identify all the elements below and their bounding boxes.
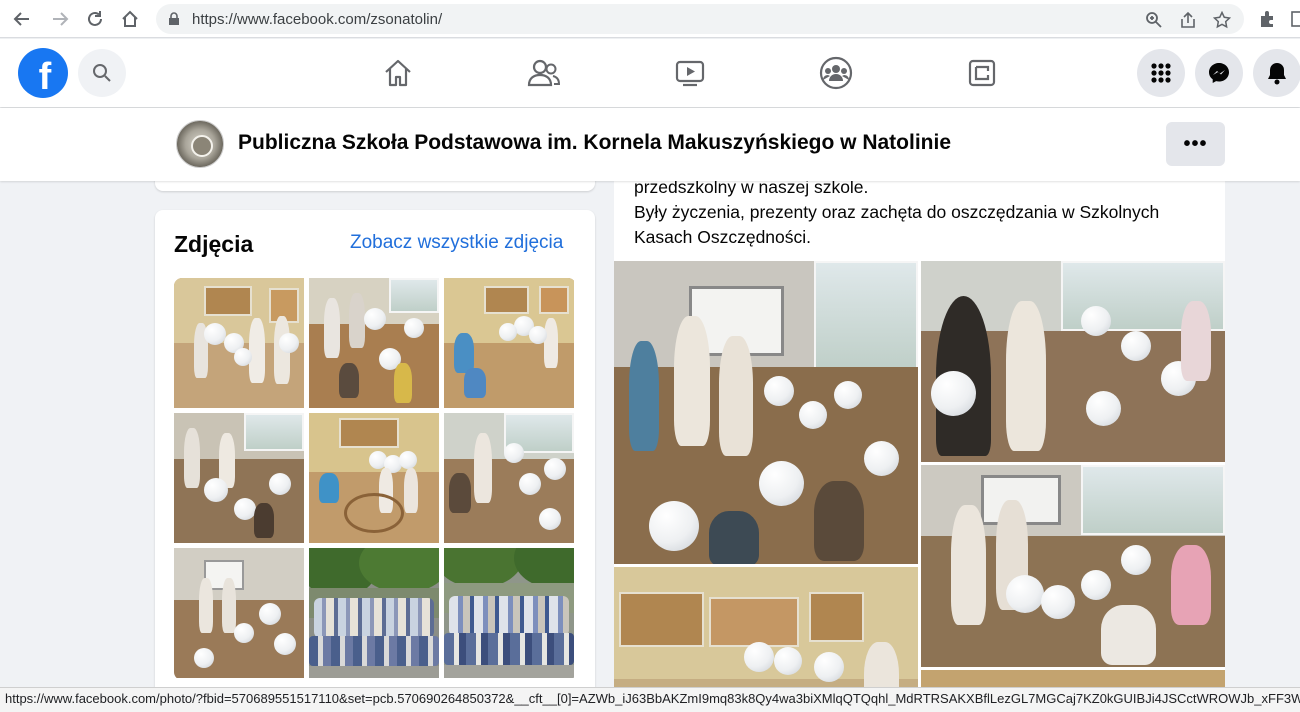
menu-grid-icon [1151,63,1171,83]
nav-tab-groups[interactable] [814,53,858,93]
photo-thumbnail[interactable] [309,413,439,543]
home-icon [385,59,411,87]
photo-thumbnail[interactable] [174,278,304,408]
lock-icon [169,12,179,25]
post-text-line: Kasach Oszczędności. [634,227,812,247]
post-text-line: Były życzenia, prezenty oraz zachęta do … [634,202,1160,222]
nav-tab-gaming[interactable] [960,53,1004,93]
facebook-logo[interactable]: f [18,48,68,98]
side-panel-icon[interactable] [1286,7,1300,31]
photo-thumbnail[interactable] [174,548,304,678]
more-options-button[interactable]: ••• [1166,122,1225,166]
nav-tab-watch[interactable] [668,53,712,93]
reload-icon [88,11,102,26]
bookmark-star-icon[interactable] [1212,10,1232,30]
nav-tab-friends[interactable] [522,53,566,93]
zoom-icon[interactable] [1144,10,1164,30]
friends-icon [527,59,561,87]
search-button[interactable] [78,49,126,97]
back-arrow-icon [13,12,29,26]
page-avatar[interactable] [176,120,224,168]
forward-arrow-icon [53,12,69,26]
extensions-icon[interactable] [1255,7,1279,31]
post-card: przedszkolny w naszej szkole. Były życze… [614,175,1225,712]
url-text: https://www.facebook.com/zsonatolin/ [192,11,443,28]
browser-home-icon [122,10,138,27]
notifications-button[interactable] [1253,49,1300,97]
facebook-logo-letter: f [38,55,52,98]
photo-thumbnail[interactable] [444,413,574,543]
home-button[interactable] [118,7,142,31]
notifications-icon [1268,63,1286,85]
photo-thumbnail[interactable] [309,278,439,408]
groups-icon [819,56,853,90]
nav-tab-home[interactable] [376,53,420,93]
page-title[interactable]: Publiczna Szkoła Podstawowa im. Kornela … [238,131,951,155]
forward-button[interactable] [48,7,72,31]
browser-toolbar: https://www.facebook.com/zsonatolin/ [0,0,1300,38]
address-bar[interactable]: https://www.facebook.com/zsonatolin/ [156,4,1244,34]
messenger-button[interactable] [1195,49,1243,97]
photo-thumbnail[interactable] [444,548,574,678]
back-button[interactable] [10,7,34,31]
post-text: przedszkolny w naszej szkole. Były życze… [634,175,1194,250]
photo-thumbnail[interactable] [174,413,304,543]
reload-button[interactable] [83,7,107,31]
photos-card-title: Zdjęcia [174,231,254,257]
page-header: Publiczna Szkoła Podstawowa im. Kornela … [0,108,1300,181]
browser-status-bar: https://www.facebook.com/photo/?fbid=570… [0,687,1300,712]
share-icon[interactable] [1178,10,1198,30]
menu-button[interactable] [1137,49,1185,97]
post-photo[interactable] [921,465,1225,667]
photo-grid [174,278,576,680]
post-photo[interactable] [614,261,918,564]
watch-icon [675,60,705,87]
photo-thumbnail[interactable] [309,548,439,678]
post-photo-collage [614,261,1225,712]
gaming-icon [968,59,996,87]
see-all-photos-link[interactable]: Zobacz wszystkie zdjęcia [350,232,563,254]
photos-card: Zdjęcia Zobacz wszystkie zdjęcia [155,210,595,700]
facebook-top-nav: f [0,39,1300,107]
messenger-icon [1209,63,1229,83]
post-photo[interactable] [921,261,1225,462]
search-icon [93,64,111,82]
photo-thumbnail[interactable] [444,278,574,408]
